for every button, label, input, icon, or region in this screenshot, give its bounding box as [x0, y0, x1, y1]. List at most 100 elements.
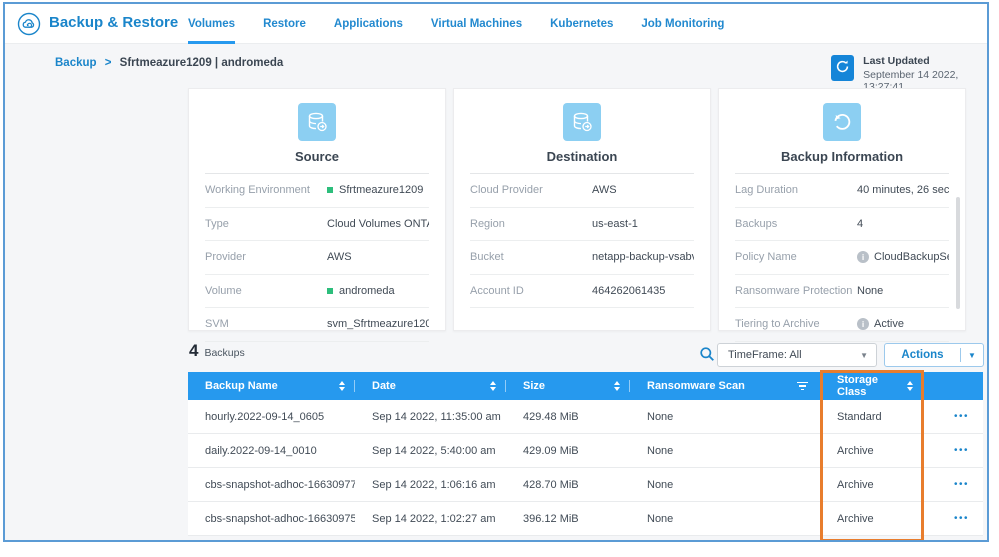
sort-arrows-icon[interactable] [339, 381, 345, 391]
cell-storage-class: Archive [820, 445, 923, 457]
search-button[interactable] [697, 345, 717, 365]
field-value: iCloudBackupService... [857, 251, 949, 263]
cell-ransomware-scan: None [630, 411, 820, 423]
backup-information-card-rows: Lag Duration 40 minutes, 26 seconds... B… [719, 174, 965, 342]
field-label: Backups [735, 218, 857, 230]
restore-arrow-icon [823, 103, 861, 141]
tab-restore[interactable]: Restore [263, 4, 306, 44]
refresh-icon [835, 59, 850, 77]
timeframe-value: TimeFrame: All [728, 349, 802, 361]
actions-button[interactable]: Actions ▼ [884, 343, 984, 367]
field-value: AWS [592, 184, 617, 196]
info-icon[interactable]: i [857, 318, 869, 330]
backup-info-row-ransomware-protection: Ransomware Protection None [735, 275, 949, 309]
field-label: SVM [205, 318, 327, 330]
chevron-down-icon: ▼ [961, 351, 983, 360]
refresh-button[interactable] [831, 55, 854, 81]
column-header-label: Ransomware Scan [647, 380, 745, 392]
top-navbar: Backup & Restore Volumes Restore Applica… [5, 4, 987, 44]
timeframe-dropdown[interactable]: TimeFrame: All ▼ [717, 343, 877, 367]
field-label: Tiering to Archive [735, 318, 857, 330]
column-header-date[interactable]: Date [355, 372, 506, 400]
destination-row-bucket: Bucket netapp-backup-vsabvw... [470, 241, 694, 275]
filter-icon[interactable] [797, 382, 808, 391]
column-header-size[interactable]: Size [506, 372, 630, 400]
backup-info-row-policy-name: Policy Name iCloudBackupService... [735, 241, 949, 275]
column-header-ransomware-scan[interactable]: Ransomware Scan [630, 372, 820, 400]
sort-arrows-icon[interactable] [490, 381, 496, 391]
nav-tabs: Volumes Restore Applications Virtual Mac… [188, 4, 724, 44]
column-header-actions [923, 372, 983, 400]
tab-kubernetes[interactable]: Kubernetes [550, 4, 613, 44]
backup-info-row-lag-duration: Lag Duration 40 minutes, 26 seconds... [735, 174, 949, 208]
source-card-title: Source [189, 149, 445, 164]
field-value: us-east-1 [592, 218, 638, 230]
field-value: svm_Sfrtmeazure1209 [327, 318, 429, 330]
field-value: AWS [327, 251, 352, 263]
source-row-svm: SVM svm_Sfrtmeazure1209 [205, 308, 429, 342]
last-updated-label: Last Updated [863, 55, 987, 67]
column-header-backup-name[interactable]: Backup Name [188, 372, 355, 400]
source-card: Source Working Environment Sfrtmeazure12… [188, 88, 446, 331]
field-label: Lag Duration [735, 184, 857, 196]
cell-date: Sep 14 2022, 1:06:16 am [355, 479, 506, 491]
cell-ransomware-scan: None [630, 513, 820, 525]
cell-storage-class: Standard [820, 411, 923, 423]
cell-ransomware-scan: None [630, 445, 820, 457]
table-row[interactable]: daily.2022-09-14_0010 Sep 14 2022, 5:40:… [188, 434, 983, 468]
info-icon[interactable]: i [857, 251, 869, 263]
cell-storage-class: Archive [820, 479, 923, 491]
cell-backup-name: cbs-snapshot-adhoc-1663097776861 [188, 479, 355, 491]
summary-cards: Source Working Environment Sfrtmeazure12… [188, 88, 966, 331]
column-header-label: Date [372, 380, 396, 392]
cell-ransomware-scan: None [630, 479, 820, 491]
tab-volumes[interactable]: Volumes [188, 4, 235, 44]
field-value: Cloud Volumes ONTAP [327, 218, 429, 230]
main-content: Backup > Sfrtmeazure1209 | andromeda Las… [5, 44, 987, 540]
database-arrow-icon [298, 103, 336, 141]
field-value: 4 [857, 218, 863, 230]
column-header-storage-class[interactable]: Storage Class [820, 372, 923, 400]
destination-card-title: Destination [454, 149, 710, 164]
breadcrumb: Backup > Sfrtmeazure1209 | andromeda [55, 57, 283, 69]
field-label: Policy Name [735, 251, 857, 263]
actions-button-label: Actions [885, 349, 960, 361]
ellipsis-icon[interactable]: ••• [923, 445, 983, 456]
field-label: Region [470, 218, 592, 230]
backups-count: 4 Backups [189, 341, 245, 361]
field-value: None [857, 285, 883, 297]
sort-arrows-icon[interactable] [907, 381, 913, 391]
source-row-volume: Volume andromeda [205, 275, 429, 309]
app-title: Backup & Restore [49, 14, 178, 31]
status-green-dot-icon [327, 288, 333, 294]
ellipsis-icon[interactable]: ••• [923, 479, 983, 490]
cell-size: 429.48 MiB [506, 411, 630, 423]
table-row[interactable]: hourly.2022-09-14_0605 Sep 14 2022, 11:3… [188, 400, 983, 434]
tab-virtual-machines[interactable]: Virtual Machines [431, 4, 522, 44]
column-header-label: Storage Class [837, 374, 907, 398]
ellipsis-icon[interactable]: ••• [923, 411, 983, 422]
ellipsis-icon[interactable]: ••• [923, 513, 983, 524]
field-label: Bucket [470, 251, 592, 263]
breadcrumb-backup-link[interactable]: Backup [55, 57, 97, 69]
table-row[interactable]: cbs-snapshot-adhoc-1663097547296 Sep 14 … [188, 502, 983, 536]
field-value: netapp-backup-vsabvw... [592, 251, 694, 263]
destination-card-rows: Cloud Provider AWS Region us-east-1 Buck… [454, 174, 710, 308]
cell-backup-name: hourly.2022-09-14_0605 [188, 411, 355, 423]
tab-job-monitoring[interactable]: Job Monitoring [641, 4, 724, 44]
source-row-provider: Provider AWS [205, 241, 429, 275]
table-row[interactable]: cbs-snapshot-adhoc-1663097776861 Sep 14 … [188, 468, 983, 502]
cell-storage-class: Archive [820, 513, 923, 525]
field-value: 464262061435 [592, 285, 665, 297]
field-label: Account ID [470, 285, 592, 297]
field-label: Volume [205, 285, 327, 297]
sort-arrows-icon[interactable] [614, 381, 620, 391]
card-scrollbar[interactable] [956, 197, 960, 309]
backup-info-row-tiering-to-archive: Tiering to Archive iActive [735, 308, 949, 342]
field-label: Type [205, 218, 327, 230]
destination-row-region: Region us-east-1 [470, 208, 694, 242]
source-card-rows: Working Environment Sfrtmeazure1209 Type… [189, 174, 445, 342]
cell-backup-name: cbs-snapshot-adhoc-1663097547296 [188, 513, 355, 525]
tab-applications[interactable]: Applications [334, 4, 403, 44]
search-icon [699, 350, 715, 365]
